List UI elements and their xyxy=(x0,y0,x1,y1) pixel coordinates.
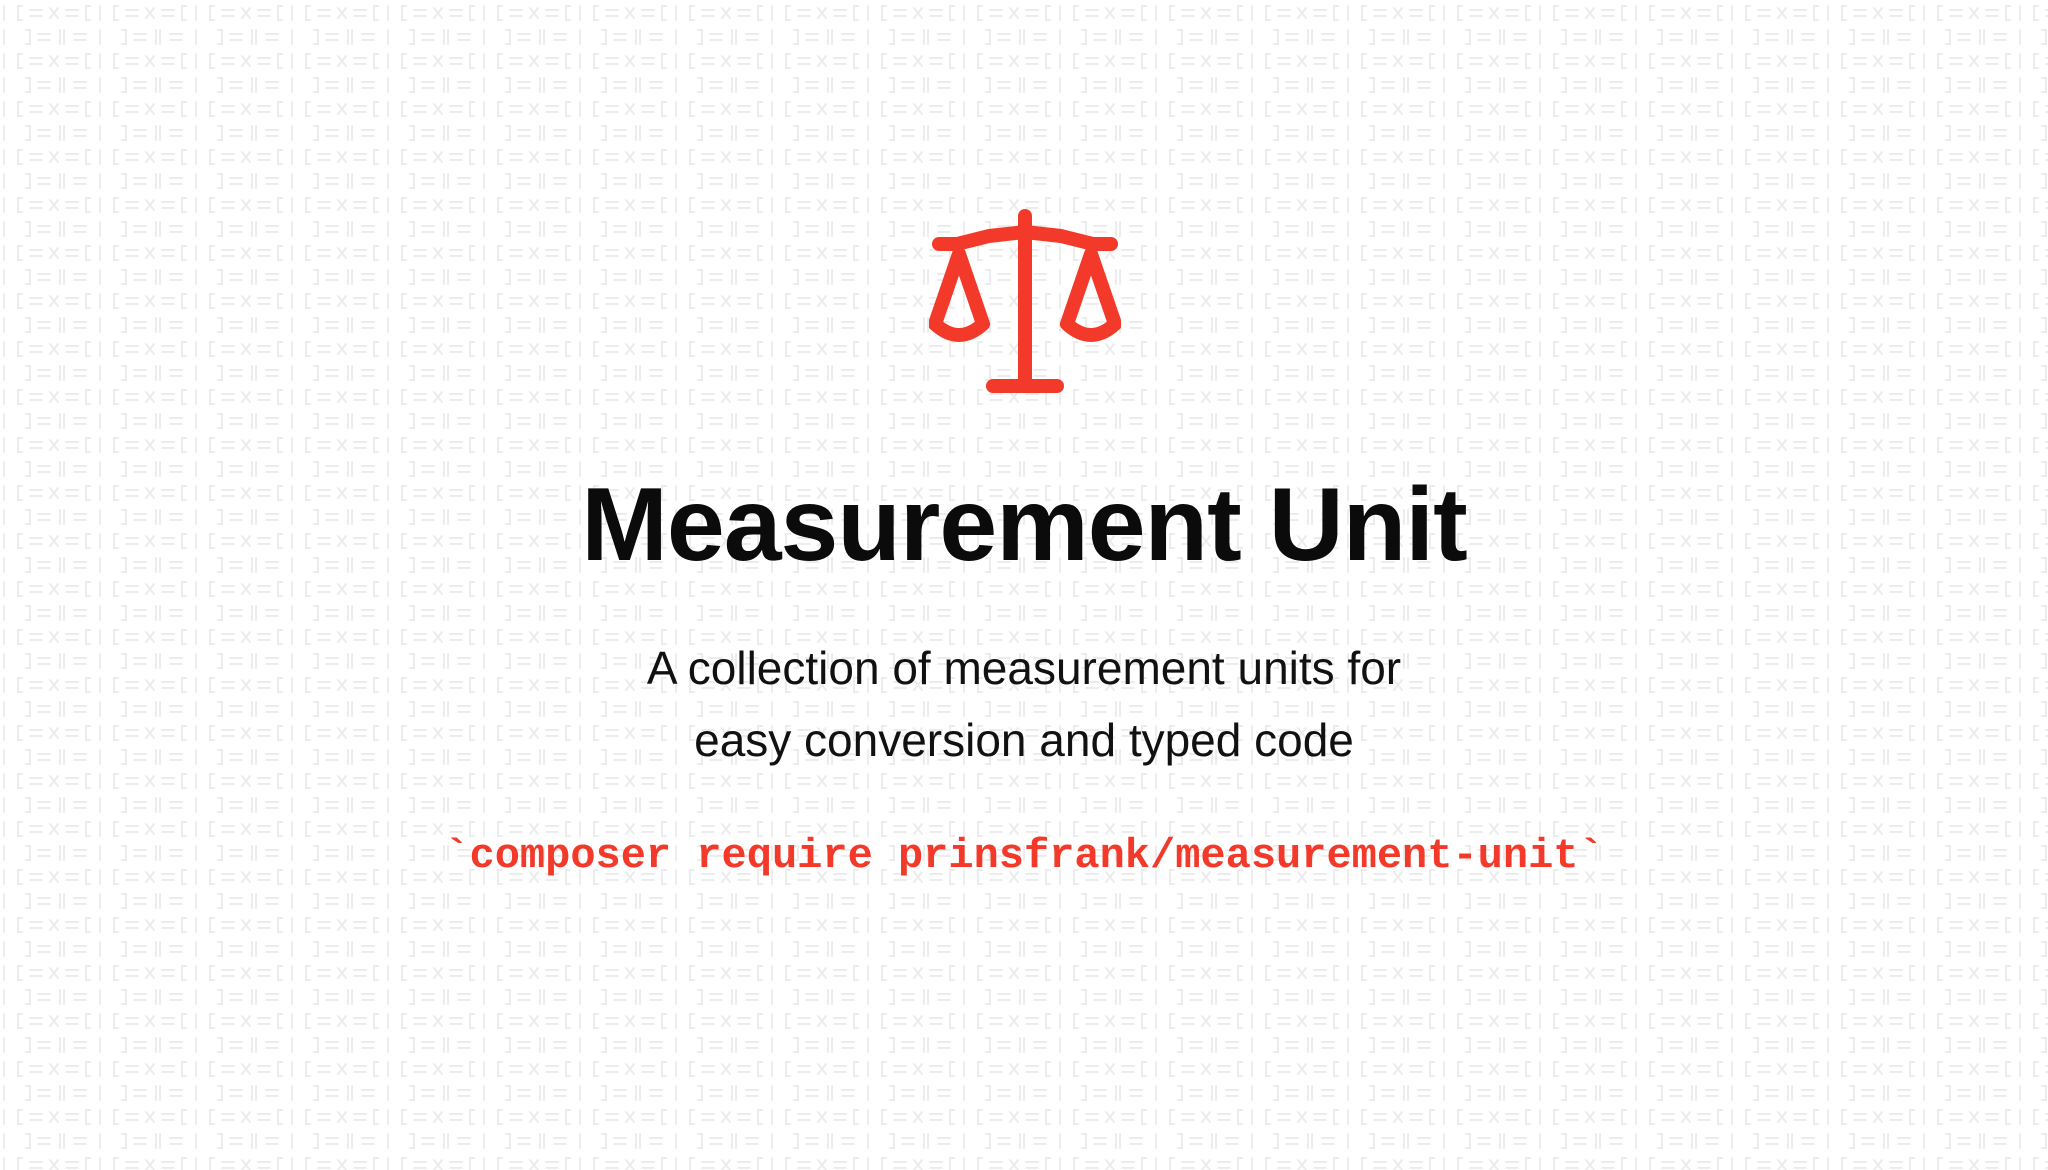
install-command: `composer require prinsfrank/measurement… xyxy=(444,832,1604,880)
subtitle: A collection of measurement units for ea… xyxy=(0,632,2048,776)
hero-section: Measurement Unit A collection of measure… xyxy=(0,0,2048,1170)
subtitle-line-1: A collection of measurement units for xyxy=(646,642,1402,694)
subtitle-line-2: easy conversion and typed code xyxy=(694,714,1354,766)
scale-balance-icon xyxy=(929,209,1121,393)
page-title: Measurement Unit xyxy=(581,467,1468,583)
